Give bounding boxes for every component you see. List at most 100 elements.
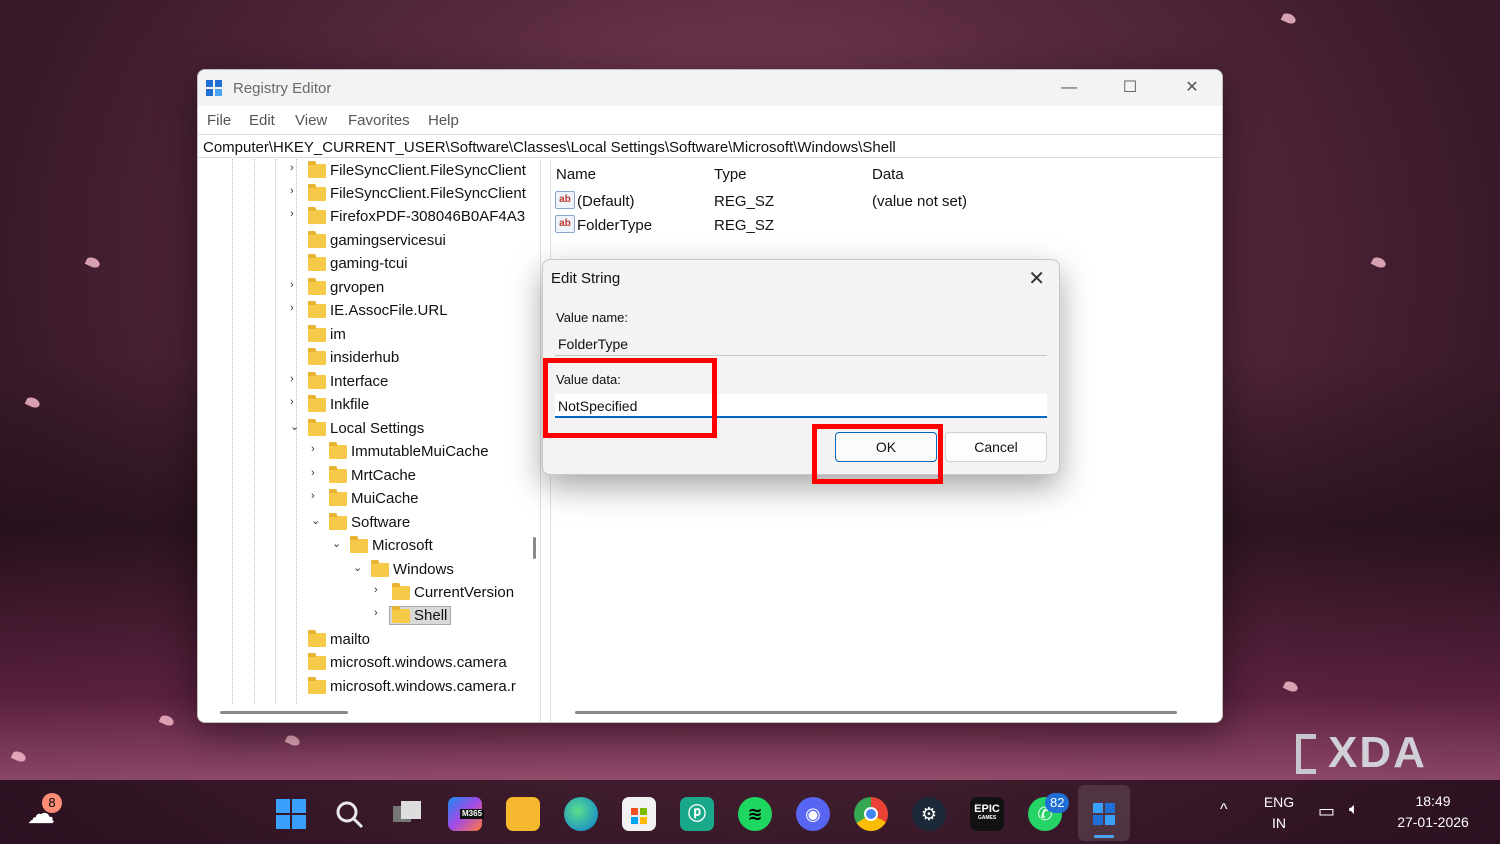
dialog-close-button[interactable]: ✕ <box>1028 266 1045 291</box>
picsart-app-icon[interactable]: ⓟ <box>680 797 714 831</box>
folder-icon <box>329 442 347 459</box>
start-button-windows-icon[interactable] <box>274 797 308 831</box>
task-view-icon[interactable] <box>390 797 424 831</box>
folder-icon <box>308 630 326 647</box>
expand-chevron-icon[interactable]: › <box>290 162 302 174</box>
collapse-chevron-icon[interactable]: ⌄ <box>353 561 365 574</box>
microsoft365-copilot-icon[interactable]: M365 <box>448 797 485 831</box>
expand-chevron-icon[interactable]: › <box>290 396 302 408</box>
folder-icon <box>308 278 326 295</box>
tree-item-label: gamingservicesui <box>330 232 446 249</box>
folder-icon <box>392 606 410 623</box>
expand-chevron-icon[interactable]: › <box>290 208 302 220</box>
network-icon[interactable]: ▭ <box>1318 801 1335 822</box>
expand-chevron-icon[interactable]: › <box>290 279 302 291</box>
language-primary[interactable]: ENG <box>1262 794 1296 810</box>
expand-chevron-icon[interactable]: › <box>311 467 323 479</box>
epic-sub-label: GAMES <box>977 815 997 821</box>
expand-chevron-icon[interactable]: › <box>374 607 386 619</box>
expand-chevron-icon[interactable]: › <box>290 302 302 314</box>
clock-time[interactable]: 18:49 <box>1390 793 1476 809</box>
expand-chevron-icon[interactable]: › <box>311 443 323 455</box>
edge-browser-icon[interactable] <box>564 797 598 831</box>
search-icon[interactable] <box>332 797 366 831</box>
language-secondary[interactable]: IN <box>1262 815 1296 831</box>
tree-item-label: gaming-tcui <box>330 255 408 272</box>
collapse-chevron-icon[interactable]: ⌄ <box>311 514 323 527</box>
folder-icon <box>350 536 368 553</box>
close-button[interactable]: ✕ <box>1169 76 1215 100</box>
folder-icon <box>392 583 410 600</box>
folder-icon <box>308 184 326 201</box>
collapse-chevron-icon[interactable]: ⌄ <box>290 420 302 433</box>
value-data-highlight-box <box>543 358 717 438</box>
spotify-icon[interactable]: ≋ <box>738 797 772 831</box>
tree-item-label: grvopen <box>330 279 385 296</box>
values-horizontal-scrollbar[interactable] <box>575 711 1177 714</box>
expand-chevron-icon[interactable]: › <box>311 490 323 502</box>
tree-item-label: mailto <box>330 631 371 648</box>
collapse-chevron-icon[interactable]: ⌄ <box>332 537 344 550</box>
clock-date[interactable]: 27-01-2026 <box>1390 814 1476 830</box>
menu-file[interactable]: File <box>207 112 231 129</box>
tree-guide-line <box>254 159 255 704</box>
expand-chevron-icon[interactable]: › <box>374 584 386 596</box>
minimize-button[interactable]: — <box>1046 76 1092 100</box>
tree-guide-line <box>275 159 276 704</box>
address-bar[interactable]: Computer\HKEY_CURRENT_USER\Software\Clas… <box>198 134 1222 158</box>
maximize-button[interactable]: ☐ <box>1107 76 1153 100</box>
tree-item-label: IE.AssocFile.URL <box>330 302 448 319</box>
tree-item-label: MuiCache <box>351 490 419 507</box>
whatsapp-badge: 82 <box>1045 793 1070 813</box>
column-header-type[interactable]: Type <box>714 166 747 183</box>
xda-bracket-icon <box>1296 734 1316 774</box>
menu-edit[interactable]: Edit <box>249 112 275 129</box>
tree-horizontal-scrollbar[interactable] <box>220 711 348 714</box>
value-type: REG_SZ <box>714 193 775 210</box>
tray-overflow-chevron-icon[interactable]: ^ <box>1220 801 1228 819</box>
value-name: (Default) <box>577 193 635 210</box>
cancel-button[interactable]: Cancel <box>945 432 1047 462</box>
chrome-browser-icon[interactable] <box>854 797 888 831</box>
title-bar[interactable]: Registry Editor — ☐ ✕ <box>198 70 1222 106</box>
petal-decoration <box>1280 11 1298 26</box>
menu-bar: File Edit View Favorites Help <box>198 106 1222 134</box>
expand-chevron-icon[interactable]: › <box>290 185 302 197</box>
file-explorer-icon[interactable] <box>506 797 540 831</box>
string-value-icon: ab <box>555 215 575 233</box>
value-row-default[interactable]: ab (Default) REG_SZ (value not set) <box>555 191 1155 215</box>
folder-icon <box>308 677 326 694</box>
folder-icon <box>308 207 326 224</box>
tree-item-label: CurrentVersion <box>414 584 515 601</box>
microsoft-store-icon[interactable] <box>622 797 656 831</box>
column-header-data[interactable]: Data <box>872 166 904 183</box>
folder-icon <box>308 231 326 248</box>
registry-editor-taskbar-icon[interactable] <box>1087 797 1121 831</box>
tree-item-label: FileSyncClient.FileSyncClient <box>330 185 526 202</box>
tree-item-label: Microsoft <box>372 537 433 554</box>
value-type: REG_SZ <box>714 217 775 234</box>
tree-item-label: Inkfile <box>330 396 370 413</box>
expand-chevron-icon[interactable]: › <box>290 373 302 385</box>
taskbar: ☁ 8 M365 ⓟ ≋ ◉ ⚙ EPIC GAMES ✆ 82 ^ ENG I… <box>0 785 1500 844</box>
menu-help[interactable]: Help <box>428 112 459 129</box>
key-tree-pane[interactable]: › FileSyncClient.FileSyncClient › FileSy… <box>198 159 541 722</box>
tree-vertical-scrollbar[interactable] <box>533 537 536 559</box>
tree-item-label: Windows <box>393 561 454 578</box>
folder-icon <box>308 254 326 271</box>
ok-button-highlight-box <box>812 424 943 484</box>
tree-item-label: insiderhub <box>330 349 400 366</box>
steam-icon[interactable]: ⚙ <box>912 797 946 831</box>
value-name-field: FolderType <box>555 332 1047 356</box>
folder-icon <box>329 489 347 506</box>
column-header-name[interactable]: Name <box>556 166 596 183</box>
folder-icon <box>308 301 326 318</box>
value-row-foldertype[interactable]: ab FolderType REG_SZ <box>555 215 1155 239</box>
menu-favorites[interactable]: Favorites <box>348 112 410 129</box>
folder-icon <box>329 513 347 530</box>
epic-label: EPIC <box>974 803 1000 815</box>
epic-games-icon[interactable]: EPIC GAMES <box>970 797 1004 831</box>
menu-view[interactable]: View <box>295 112 327 129</box>
discord-icon[interactable]: ◉ <box>796 797 830 831</box>
volume-icon[interactable]: 🔈︎ <box>1349 801 1359 819</box>
